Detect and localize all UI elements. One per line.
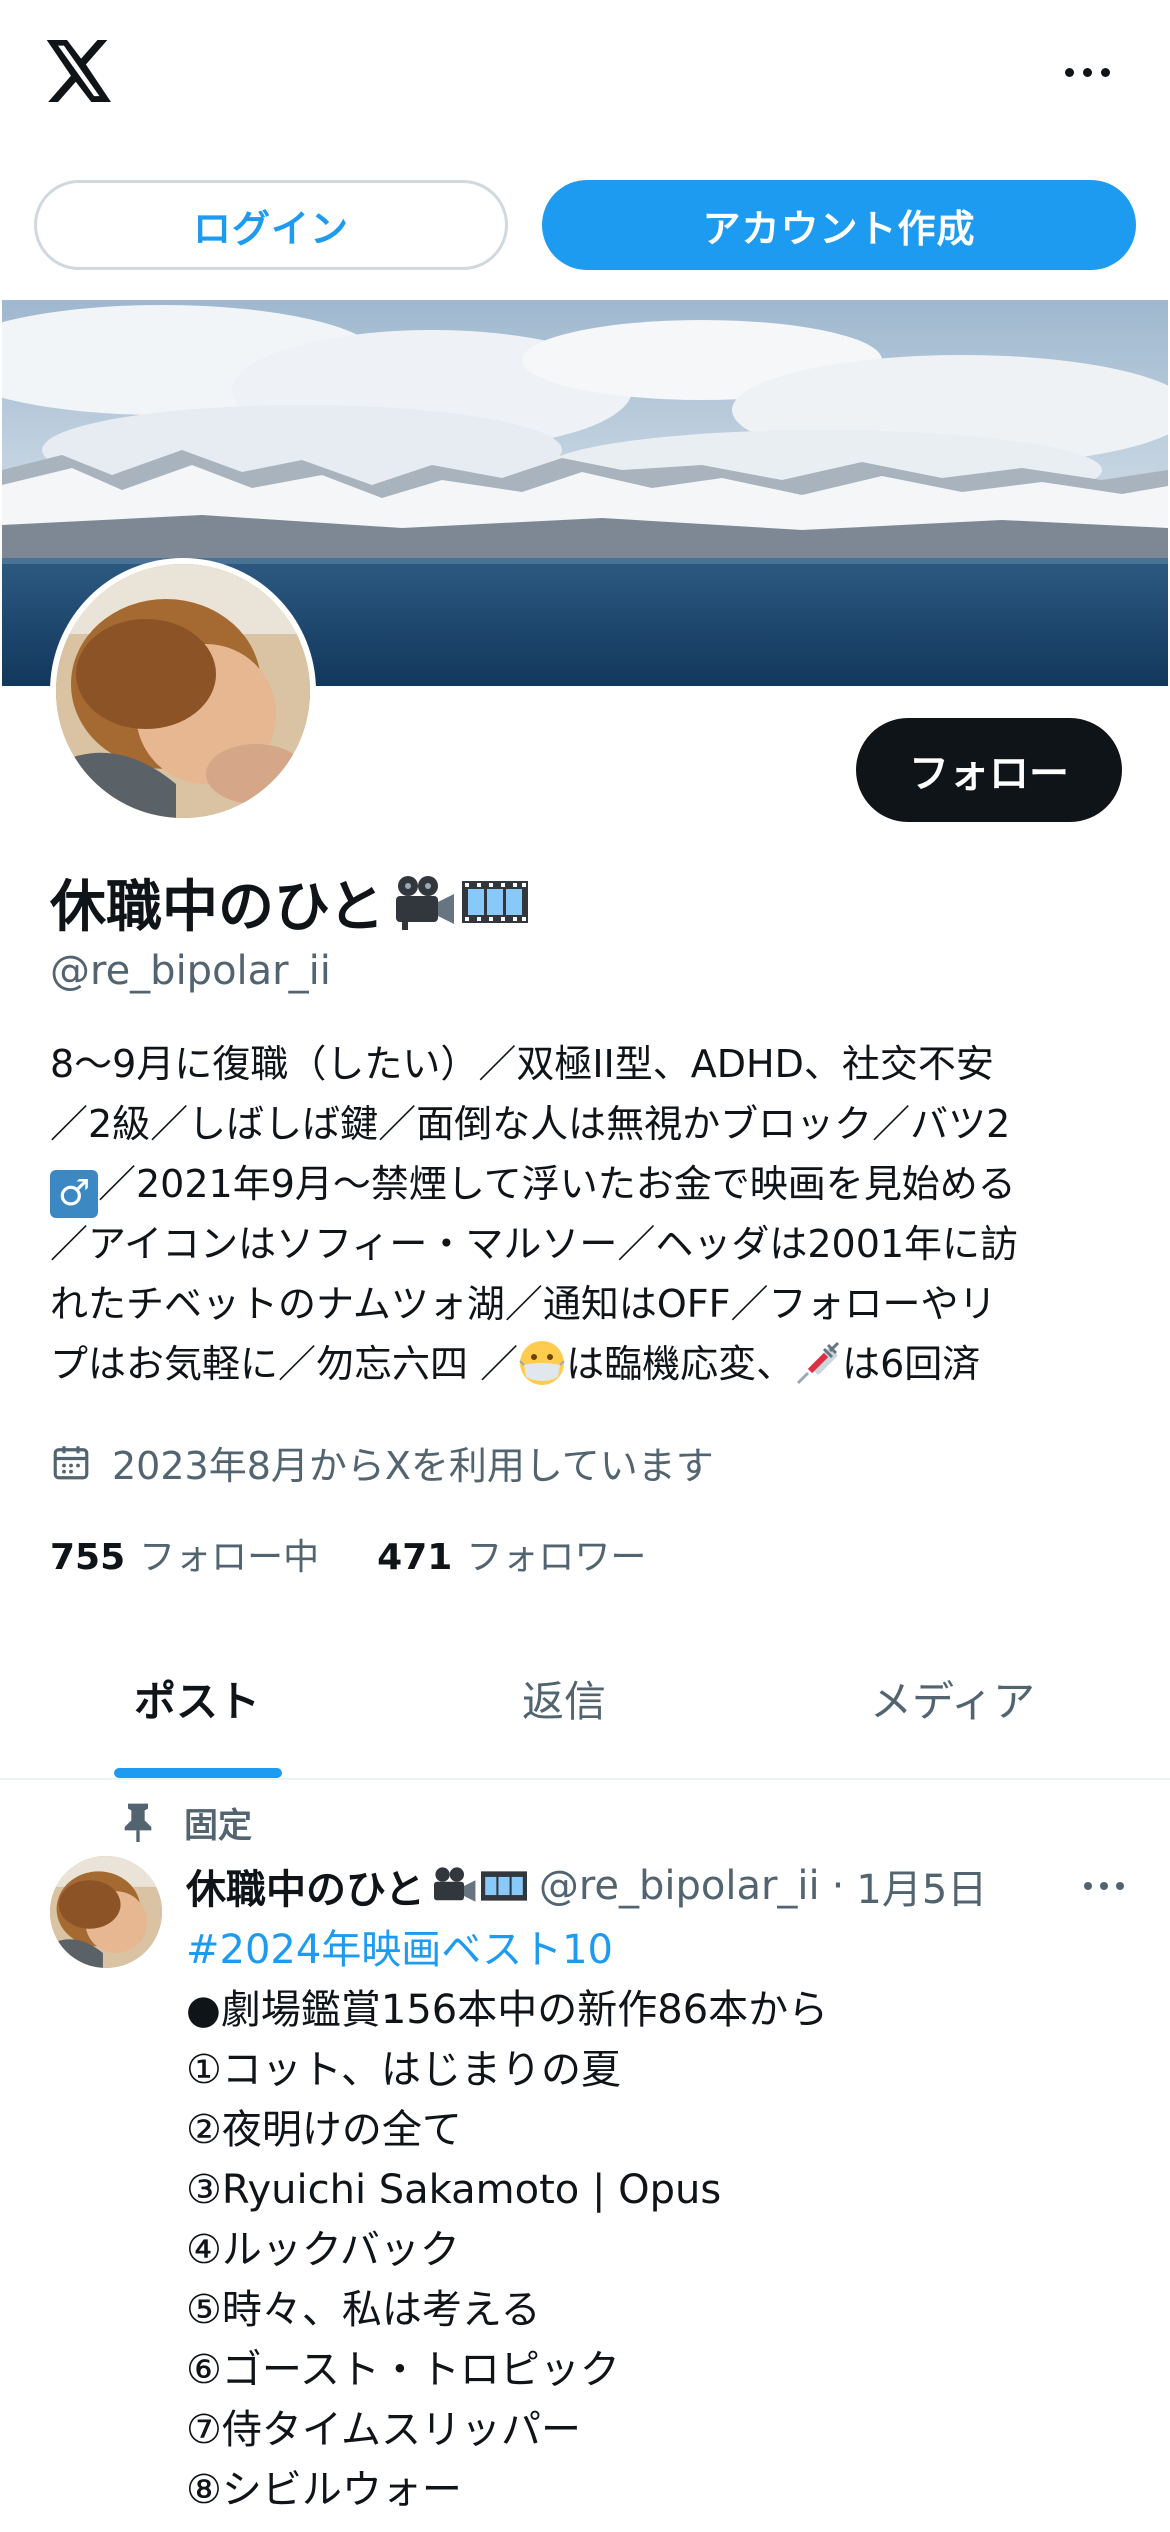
post-line: ⑤時々、私は考える	[186, 2287, 541, 2333]
meta-separator: ·	[831, 1863, 845, 1909]
post-line: ⑦侍タイムスリッパー	[186, 2407, 582, 2453]
profile-display-name: 休職中のひと	[50, 862, 529, 942]
joined-text: 2023年8月からXを利用しています	[112, 1443, 714, 1488]
post-author-avatar[interactable]	[50, 1856, 162, 1968]
hashtag-link[interactable]: #2024年映画ベスト10	[186, 1920, 1146, 1980]
post-more-icon[interactable]	[1074, 1866, 1134, 1906]
followers-link[interactable]: 471 フォロワー	[377, 1528, 646, 1580]
bio-text: プはお気軽に／勿忘六四 ／	[50, 1342, 519, 1386]
follow-button[interactable]: フォロー	[856, 718, 1122, 822]
pinned-indicator: 固定	[118, 1794, 252, 1850]
bio-text: は臨機応変、	[566, 1342, 795, 1386]
bio-line: ／2級／しばしば鍵／面倒な人は無視かブロック／バツ2	[50, 1102, 1011, 1146]
display-name-text: 休職中のひと	[50, 874, 385, 940]
post-line: ⑧シビルウォー	[186, 2467, 462, 2513]
post-author-name[interactable]: 休職中のひと	[186, 1857, 425, 1915]
tab-media[interactable]: メディア	[870, 1668, 1035, 1729]
tab-replies[interactable]: 返信	[522, 1668, 606, 1729]
bio-text: は6回済	[842, 1342, 981, 1386]
post-line: ③Ryuichi Sakamoto | Opus	[186, 2167, 722, 2213]
movie-camera-icon	[433, 1867, 476, 1902]
tab-posts[interactable]: ポスト	[134, 1668, 260, 1729]
male-sign-icon: ♂	[50, 1170, 98, 1218]
profile-handle: @re_bipolar_ii	[50, 948, 331, 994]
bio-line: ♂ ／2021年9月〜禁煙して浮いたお金で映画を見始める	[50, 1154, 1140, 1218]
pin-icon	[124, 1803, 152, 1842]
syringe-icon	[797, 1341, 840, 1385]
post-header: 休職中のひと @re_bipolar_ii · 1月5日	[186, 1852, 987, 1920]
face-with-mask-icon	[519, 1341, 565, 1385]
joined-date: 2023年8月からXを利用しています	[50, 1434, 714, 1490]
post-text: #2024年映画ベスト10 ●劇場鑑賞156本中の新作86本から ①コット、はじ…	[186, 1920, 1146, 2520]
film-frames-icon	[462, 881, 529, 923]
calendar-icon	[53, 1446, 89, 1480]
following-count: 755	[50, 1537, 126, 1578]
followers-label: フォロワー	[466, 1537, 647, 1578]
follow-stats: 755 フォロー中 471 フォロワー	[50, 1524, 646, 1584]
movie-camera-icon	[396, 876, 455, 930]
post-date[interactable]: 1月5日	[856, 1857, 987, 1915]
bio-line: プはお気軽に／勿忘六四 ／ は臨機応変、 は6回済	[50, 1334, 1140, 1394]
profile-bio: 8〜9月に復職（したい）／双極II型、ADHD、社交不安 ／2級／しばしば鍵／面…	[50, 1034, 1140, 1394]
x-logo-icon[interactable]	[46, 40, 114, 102]
followers-count: 471	[377, 1537, 453, 1578]
post-line: ●劇場鑑賞156本中の新作86本から	[186, 1987, 829, 2033]
post-line: ①コット、はじまりの夏	[186, 2047, 622, 2093]
post-line: ②夜明けの全て	[186, 2107, 462, 2153]
bio-line: れたチベットのナムツォ湖／通知はOFF／フォローやリ	[50, 1282, 997, 1326]
post-line: ⑥ゴースト・トロピック	[186, 2347, 620, 2393]
login-button[interactable]: ログイン	[34, 180, 508, 270]
following-label: フォロー中	[139, 1537, 320, 1578]
following-link[interactable]: 755 フォロー中	[50, 1528, 319, 1580]
create-account-button[interactable]: アカウント作成	[542, 180, 1136, 270]
post-author-handle[interactable]: @re_bipolar_ii	[539, 1863, 820, 1909]
top-bar	[0, 0, 1170, 160]
profile-avatar[interactable]	[50, 558, 316, 824]
profile-tabs: ポスト 返信 メディア	[0, 1620, 1170, 1780]
bio-line: ／アイコンはソフィー・マルソー／ヘッダは2001年に訪	[50, 1222, 1019, 1266]
film-frames-icon	[480, 1871, 527, 1901]
more-horizontal-icon[interactable]	[1052, 50, 1122, 94]
pinned-label: 固定	[184, 1805, 252, 1846]
post-line: ④ルックバック	[186, 2227, 460, 2273]
active-tab-indicator	[114, 1768, 282, 1778]
bio-text: ／2021年9月〜禁煙して浮いたお金で映画を見始める	[98, 1162, 1016, 1206]
bio-line: 8〜9月に復職（したい）／双極II型、ADHD、社交不安	[50, 1042, 994, 1086]
